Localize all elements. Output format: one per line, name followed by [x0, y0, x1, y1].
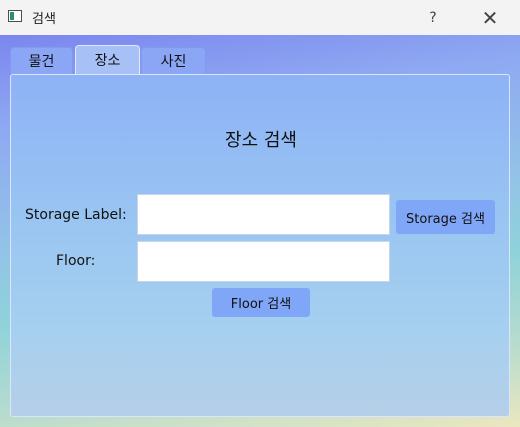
tab-place[interactable]: 장소: [75, 45, 140, 74]
floor-search-button[interactable]: Floor 검색: [212, 288, 310, 317]
tab-items[interactable]: 물건: [10, 47, 73, 74]
floor-label: Floor:: [56, 253, 96, 269]
storage-label-input[interactable]: [137, 194, 390, 235]
tab-photo[interactable]: 사진: [141, 47, 206, 74]
window-title: 검색: [32, 12, 56, 27]
place-search-panel: 장소 검색 Storage Label: Storage 검색 Floor: F…: [10, 74, 510, 417]
floor-input[interactable]: [137, 241, 390, 282]
help-button[interactable]: ?: [410, 0, 456, 35]
app-window-icon: [8, 10, 22, 22]
close-button[interactable]: ✕: [467, 0, 513, 35]
panel-title: 장소 검색: [225, 130, 297, 151]
storage-search-button[interactable]: Storage 검색: [396, 200, 495, 234]
storage-label: Storage Label:: [25, 207, 127, 223]
title-bar: 검색 ? ✕: [0, 0, 520, 35]
dialog-client-area: 물건 장소 사진 장소 검색 Storage Label: Storage 검색…: [0, 35, 520, 427]
